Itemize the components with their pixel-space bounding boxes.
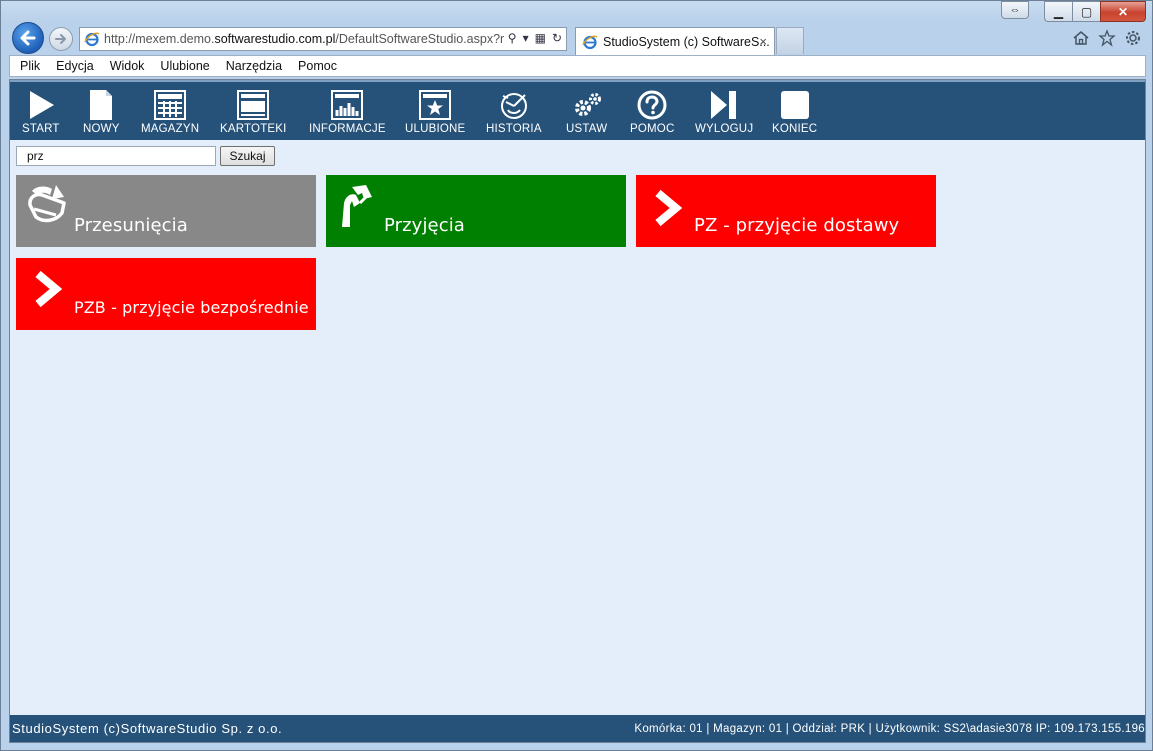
- toolbar-wyloguj-button[interactable]: WYLOGUJ: [695, 90, 753, 135]
- tab-close-icon[interactable]: ×: [759, 34, 767, 49]
- history-icon: [500, 93, 527, 119]
- play-icon: [29, 91, 54, 119]
- home-icon[interactable]: [1072, 29, 1090, 47]
- tile-label: Przyjęcia: [384, 215, 465, 236]
- card-file-icon: [237, 90, 270, 120]
- forward-arrow-icon: [55, 34, 66, 44]
- status-bar: StudioSystem (c)SoftwareStudio Sp. z o.o…: [10, 715, 1145, 742]
- new-tab-button[interactable]: [776, 27, 804, 54]
- search-button[interactable]: Szukaj: [220, 146, 275, 166]
- status-session-info: Komórka: 01 | Magazyn: 01 | Oddział: PRK…: [634, 722, 1145, 735]
- tile-label: Przesunięcia: [74, 215, 188, 236]
- maximize-button[interactable]: ▢: [1072, 1, 1100, 22]
- toolbar-informacje-button[interactable]: INFORMACJE: [309, 90, 386, 135]
- menu-edycja[interactable]: Edycja: [56, 59, 94, 73]
- forward-button[interactable]: [49, 27, 73, 51]
- menu-narzedzia[interactable]: Narzędzia: [226, 59, 282, 73]
- question-icon: [637, 90, 667, 120]
- favorites-star-icon[interactable]: [1098, 29, 1116, 47]
- menu-pomoc[interactable]: Pomoc: [298, 59, 337, 73]
- browser-window: ⇔ ▁ ▢ ✕ http://mexem.demo.softwarestudio…: [0, 0, 1153, 751]
- bar-chart-icon: [331, 90, 364, 120]
- toolbar-koniec-button[interactable]: KONIEC: [772, 90, 817, 135]
- tab-title: StudioSystem (c) SoftwareS...: [603, 34, 770, 49]
- toolbar-pomoc-button[interactable]: POMOC: [630, 90, 674, 135]
- back-button[interactable]: [12, 22, 44, 54]
- toolbar-nowy-button[interactable]: NOWY: [83, 90, 120, 135]
- search-input[interactable]: [16, 146, 216, 166]
- status-company: StudioSystem (c)SoftwareStudio Sp. z o.o…: [12, 721, 283, 736]
- app-toolbar: START NOWY MAGAZYN KARTOTEKI INFORMACJE …: [10, 80, 1145, 140]
- tile-pz-przyjecie-dostawy[interactable]: PZ - przyjęcie dostawy: [636, 175, 936, 247]
- toolbar-ustaw-button[interactable]: USTAW: [566, 90, 607, 135]
- back-arrow-icon: [20, 30, 36, 46]
- minimize-button[interactable]: ▁: [1044, 1, 1072, 22]
- ie-logo-icon: [84, 32, 100, 47]
- restore-down-button[interactable]: ⇔: [1001, 1, 1029, 19]
- logout-icon: [711, 91, 737, 119]
- menu-plik[interactable]: Plik: [20, 59, 40, 73]
- close-window-button[interactable]: ✕: [1100, 1, 1146, 22]
- tile-label: PZB - przyjęcie bezpośrednie: [74, 298, 309, 317]
- chevron-right-icon: [35, 270, 63, 308]
- toolbar-start-button[interactable]: START: [22, 90, 60, 135]
- new-document-icon: [90, 90, 113, 120]
- toolbar-magazyn-button[interactable]: MAGAZYN: [141, 90, 199, 135]
- browser-tab[interactable]: StudioSystem (c) SoftwareS... ×: [575, 27, 775, 55]
- address-tools: ⚲ ▾ ▦ ↻: [508, 31, 562, 45]
- page-content: START NOWY MAGAZYN KARTOTEKI INFORMACJE …: [9, 79, 1146, 743]
- browser-right-icons: [1072, 29, 1142, 47]
- dropdown-arrow-icon[interactable]: ▾: [523, 31, 529, 45]
- tools-gear-icon[interactable]: [1124, 29, 1142, 47]
- star-window-icon: [419, 90, 452, 120]
- window-controls: ▁ ▢ ✕: [1044, 1, 1146, 22]
- transfer-icon: [28, 185, 66, 223]
- tile-przesuniecia[interactable]: Przesunięcia: [16, 175, 316, 247]
- receive-icon: [342, 185, 372, 227]
- menu-bar: Plik Edycja Widok Ulubione Narzędzia Pom…: [9, 55, 1146, 77]
- toolbar-ulubione-button[interactable]: ULUBIONE: [405, 90, 465, 135]
- menu-widok[interactable]: Widok: [110, 59, 145, 73]
- menu-ulubione[interactable]: Ulubione: [160, 59, 209, 73]
- address-url: http://mexem.demo.softwarestudio.com.pl/…: [104, 32, 505, 46]
- gears-icon: [574, 93, 601, 116]
- address-bar[interactable]: http://mexem.demo.softwarestudio.com.pl/…: [79, 27, 567, 51]
- toolbar-kartoteki-button[interactable]: KARTOTEKI: [220, 90, 287, 135]
- warehouse-grid-icon: [154, 90, 187, 120]
- toolbar-historia-button[interactable]: HISTORIA: [486, 90, 542, 135]
- chevron-right-icon: [655, 189, 683, 227]
- stop-icon: [780, 91, 809, 119]
- search-icon[interactable]: ⚲: [508, 31, 517, 45]
- compatibility-view-icon[interactable]: ▦: [535, 31, 546, 45]
- tab-ie-logo-icon: [582, 35, 598, 49]
- tile-przyjecia[interactable]: Przyjęcia: [326, 175, 626, 247]
- refresh-icon[interactable]: ↻: [552, 31, 562, 45]
- tile-pzb-przyjecie-bezposrednie[interactable]: PZB - przyjęcie bezpośrednie: [16, 258, 316, 330]
- navigation-bar: http://mexem.demo.softwarestudio.com.pl/…: [9, 21, 1152, 55]
- tile-label: PZ - przyjęcie dostawy: [694, 215, 900, 236]
